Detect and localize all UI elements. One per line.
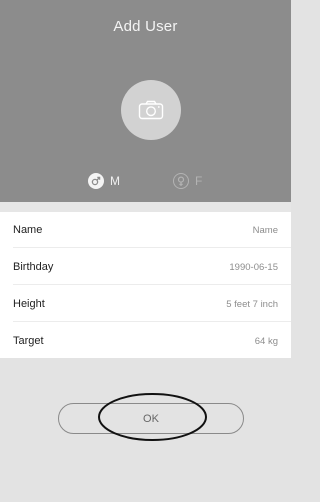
target-row[interactable]: Target 64 kg <box>0 323 291 359</box>
name-label: Name <box>13 224 43 236</box>
gender-female-option[interactable]: F <box>173 172 202 190</box>
height-value[interactable]: 5 feet 7 inch <box>226 299 278 310</box>
gender-male-option[interactable]: M <box>88 172 120 190</box>
avatar-picker[interactable] <box>121 80 181 140</box>
target-label: Target <box>13 335 44 347</box>
gender-male-label: M <box>110 174 120 188</box>
birthday-row[interactable]: Birthday 1990-06-15 <box>0 249 291 285</box>
user-form: Name Name Birthday 1990-06-15 Height 5 f… <box>0 212 291 358</box>
gender-female-label: F <box>195 174 203 188</box>
birthday-label: Birthday <box>13 261 54 273</box>
target-value[interactable]: 64 kg <box>255 336 278 347</box>
divider <box>0 202 291 212</box>
camera-icon <box>138 100 164 120</box>
page-title: Add User <box>113 18 178 35</box>
header: Add User M F <box>0 0 291 202</box>
name-row[interactable]: Name Name <box>0 212 291 248</box>
name-field[interactable]: Name <box>253 225 278 236</box>
female-icon <box>173 173 189 189</box>
ok-button[interactable]: OK <box>58 403 244 434</box>
height-label: Height <box>13 298 45 310</box>
birthday-value[interactable]: 1990-06-15 <box>229 262 278 273</box>
height-row[interactable]: Height 5 feet 7 inch <box>0 286 291 322</box>
male-icon <box>88 173 104 189</box>
